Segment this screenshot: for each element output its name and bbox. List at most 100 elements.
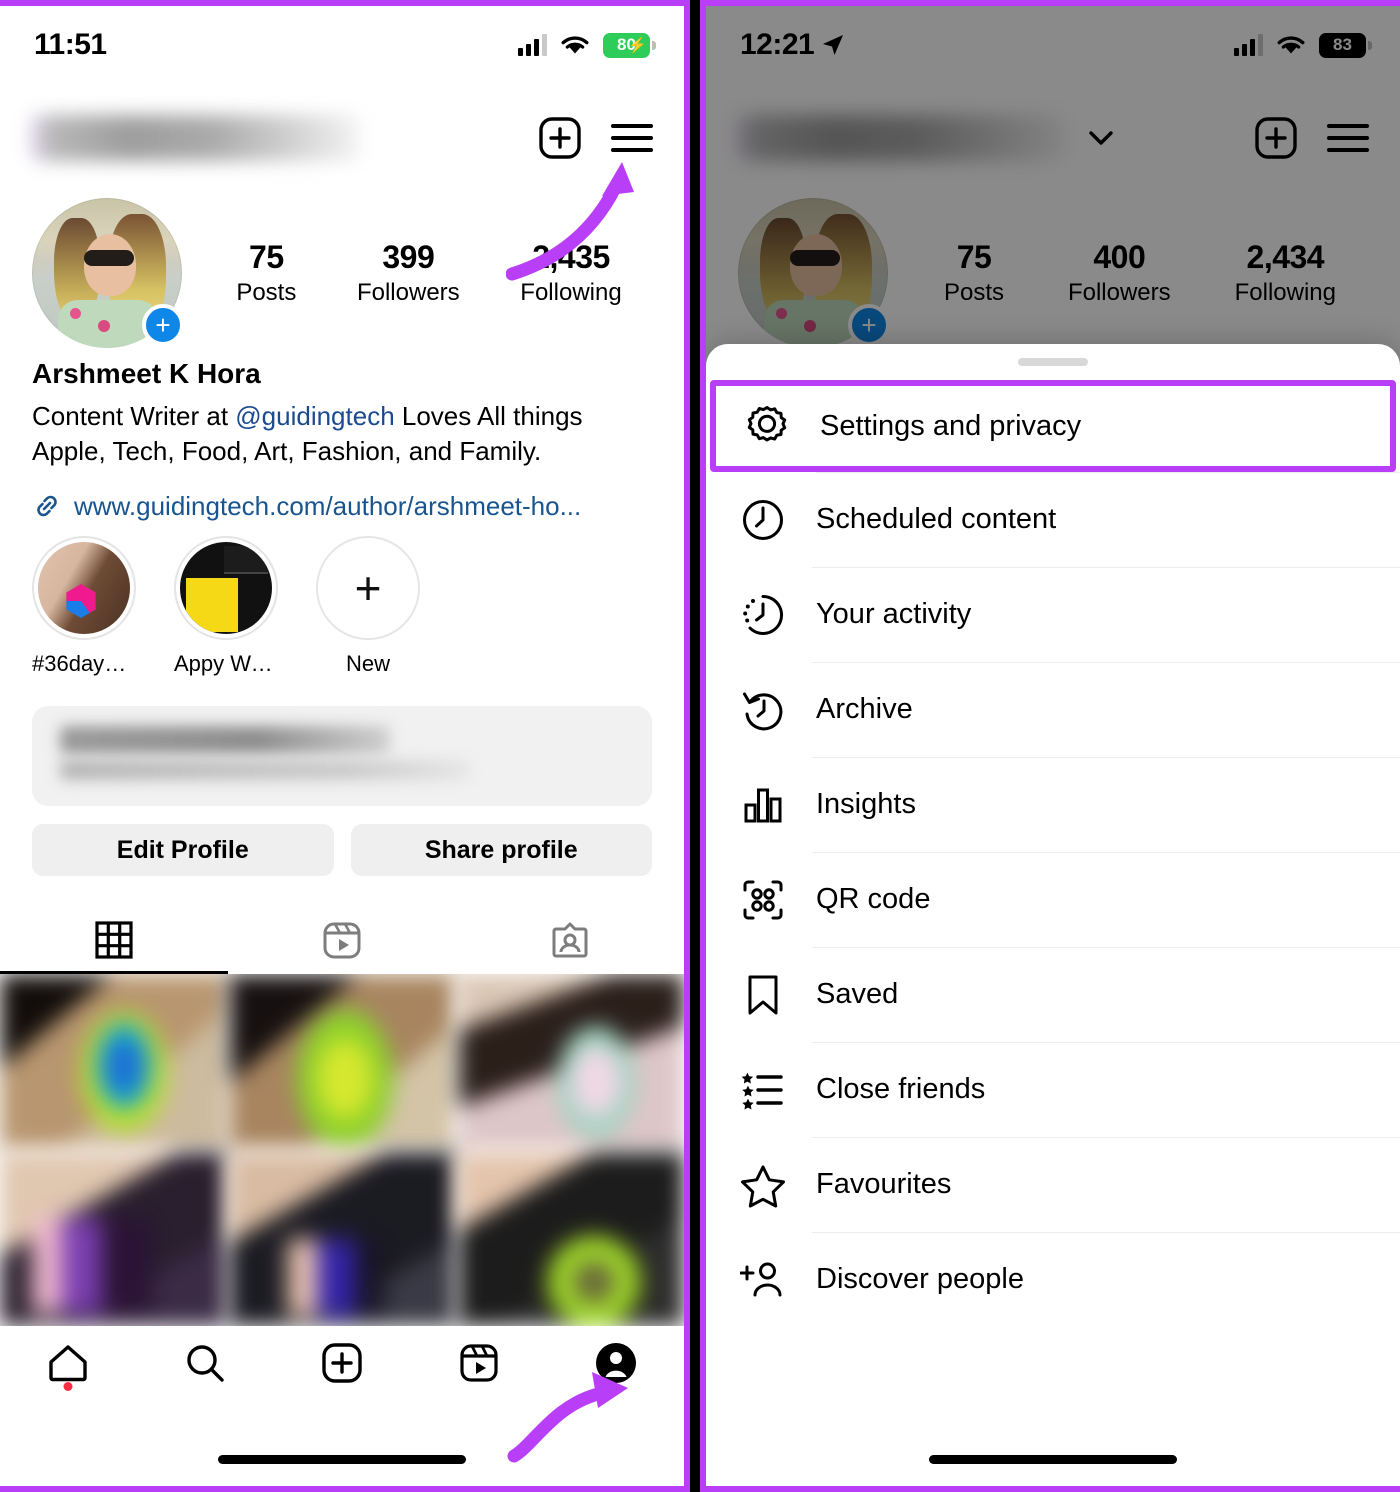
username-redacted[interactable] (736, 115, 1066, 161)
menu-item-saved[interactable]: Saved (706, 947, 1400, 1042)
menu-item-close-friends[interactable]: Close friends (706, 1042, 1400, 1137)
post-thumbnail[interactable] (458, 974, 684, 1149)
stat-posts[interactable]: 75 Posts (944, 239, 1004, 307)
nav-reels[interactable] (443, 1331, 515, 1395)
add-person-icon (740, 1257, 786, 1303)
home-indicator (929, 1455, 1177, 1464)
nav-create[interactable] (306, 1331, 378, 1395)
menu-item-settings-and-privacy[interactable]: Settings and privacy (710, 380, 1396, 472)
menu-item-label: Favourites (816, 1168, 952, 1200)
profile-stats: 75 Posts 399 Followers 2,435 Following (182, 239, 652, 307)
location-arrow-icon (823, 35, 844, 55)
menu-item-insights[interactable]: Insights (706, 757, 1400, 852)
drag-handle[interactable] (1018, 358, 1088, 366)
menu-item-label: Settings and privacy (820, 409, 1082, 442)
battery-icon: 83 (1319, 32, 1372, 58)
note-card-redacted[interactable] (32, 706, 652, 806)
menu-item-your-activity[interactable]: Your activity (706, 567, 1400, 662)
stat-posts-label: Posts (943, 279, 1004, 306)
highlight-item[interactable]: #36daysoft... (32, 536, 136, 677)
post-thumbnail[interactable] (0, 974, 226, 1149)
menu-item-discover-people[interactable]: Discover people (706, 1232, 1400, 1327)
plus-square-icon[interactable] (538, 116, 582, 160)
new-highlight-item[interactable]: + New (316, 536, 420, 677)
grid-icon (95, 921, 133, 959)
status-bar: 11:51 80 ⚡ (0, 6, 684, 84)
menu-item-label: Insights (816, 788, 916, 820)
profile-stats: 75 Posts 400 Followers 2,434 Following (888, 239, 1368, 307)
close-friends-list-icon (740, 1067, 786, 1113)
menu-item-archive[interactable]: Archive (706, 662, 1400, 757)
menu-item-label: Close friends (816, 1073, 986, 1105)
stat-followers[interactable]: 399 Followers (357, 239, 460, 307)
stat-followers-value: 399 (382, 239, 435, 275)
stat-posts-value: 75 (956, 239, 992, 275)
hamburger-menu-icon[interactable] (1326, 116, 1370, 160)
stat-followers[interactable]: 400 Followers (1068, 239, 1171, 307)
search-icon (187, 1345, 224, 1382)
stat-following[interactable]: 2,435 Following (520, 239, 621, 307)
battery-percent: 83 (1333, 35, 1352, 54)
home-indicator (218, 1455, 466, 1464)
post-thumbnail[interactable] (458, 1151, 684, 1326)
bar-chart-icon (740, 782, 786, 828)
tagged-icon (552, 922, 588, 958)
edit-profile-button[interactable]: Edit Profile (32, 824, 334, 876)
avatar[interactable]: + (738, 198, 890, 348)
menu-item-favourites[interactable]: Favourites (706, 1137, 1400, 1232)
display-name: Arshmeet K Hora (32, 358, 261, 389)
gear-icon (744, 403, 790, 449)
nav-home[interactable] (32, 1331, 104, 1395)
stat-posts[interactable]: 75 Posts (236, 239, 296, 307)
stat-followers-label: Followers (1067, 279, 1171, 306)
bio-mention[interactable]: @guidingtech (235, 401, 394, 431)
menu-item-qr-code[interactable]: QR code (706, 852, 1400, 947)
post-thumbnail[interactable] (229, 974, 455, 1149)
chevron-down-icon[interactable] (1084, 121, 1118, 155)
stat-following-label: Following (1234, 279, 1336, 306)
post-thumbnail[interactable] (0, 1151, 226, 1326)
username-redacted[interactable] (30, 115, 360, 161)
highlight-label: #36daysoft... (32, 651, 136, 676)
menu-list: Settings and privacy Scheduled content Y… (706, 380, 1400, 1327)
wifi-icon (561, 35, 589, 53)
cellular-bars-icon (518, 34, 547, 56)
app-header (0, 98, 684, 178)
add-story-button[interactable]: + (142, 304, 184, 346)
hamburger-menu-icon[interactable] (610, 116, 654, 160)
reels-icon (323, 922, 361, 959)
status-indicators: 83 (1234, 32, 1372, 58)
highlight-item[interactable]: Appy Week (174, 536, 278, 677)
status-bar: 12:21 83 (706, 6, 1400, 84)
highlight-label: New (345, 651, 390, 676)
header-actions (538, 116, 654, 160)
battery-icon: 80 ⚡ (603, 32, 656, 58)
share-profile-button[interactable]: Share profile (350, 824, 652, 876)
add-story-button[interactable]: + (848, 304, 890, 346)
nav-search[interactable] (169, 1331, 241, 1395)
post-thumbnail[interactable] (229, 1151, 455, 1326)
bio-text: Content Writer at @guidingtech Loves All… (32, 399, 652, 469)
plus-square-icon[interactable] (1254, 116, 1298, 160)
tab-grid[interactable] (0, 906, 228, 974)
highlight-thumb (174, 536, 278, 640)
post-grid (0, 974, 684, 1326)
stat-following[interactable]: 2,434 Following (1235, 239, 1336, 307)
instagram-menu-screen: 12:21 83 + 75 Posts 400 Followers 2,434 … (706, 6, 1400, 1486)
bio-link[interactable]: www.guidingtech.com/author/arshmeet-ho..… (74, 491, 581, 522)
status-time: 12:21 (740, 28, 845, 62)
bio-link-row[interactable]: www.guidingtech.com/author/arshmeet-ho..… (32, 491, 652, 522)
stat-following-value: 2,435 (532, 239, 610, 275)
notification-dot (63, 1382, 73, 1391)
plus-icon: + (316, 536, 420, 640)
nav-profile[interactable] (580, 1331, 652, 1395)
header-actions (1254, 116, 1370, 160)
profile-summary-row: + 75 Posts 399 Followers 2,435 Following (0, 198, 684, 348)
tab-tagged[interactable] (456, 906, 684, 974)
avatar[interactable]: + (32, 198, 184, 348)
plus-square-icon (322, 1343, 362, 1383)
profile-avatar-icon (595, 1343, 636, 1383)
menu-item-scheduled-content[interactable]: Scheduled content (706, 472, 1400, 567)
tab-reels[interactable] (228, 906, 456, 974)
archive-clock-back-icon (740, 687, 786, 733)
